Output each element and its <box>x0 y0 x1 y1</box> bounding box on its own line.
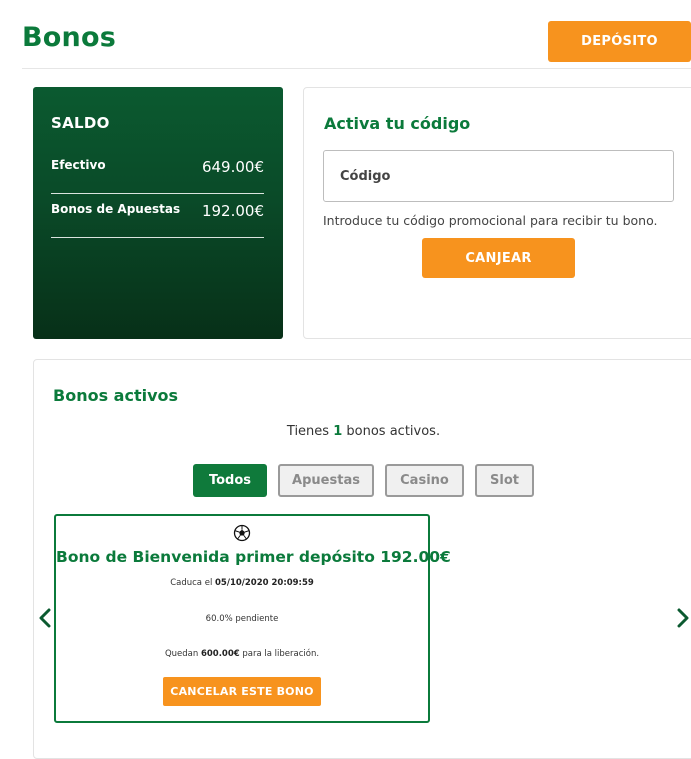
promo-title: Activa tu código <box>324 114 471 133</box>
chevron-left-icon <box>39 608 51 628</box>
summary-prefix: Tienes <box>286 424 330 439</box>
carousel-next-arrow[interactable] <box>674 605 691 631</box>
balance-label: Efectivo <box>51 158 106 172</box>
balance-value: 192.00€ <box>201 202 264 220</box>
filter-todos[interactable]: Todos <box>193 464 267 497</box>
remaining-amount: 600.00€ <box>200 649 240 659</box>
filter-slot[interactable]: Slot <box>475 464 534 497</box>
promo-help-text: Introduce tu código promocional para rec… <box>323 213 658 228</box>
header-divider <box>22 68 691 69</box>
bonus-pending: 60.0% pendiente <box>205 614 279 624</box>
balance-card: SALDO Efectivo 649.00€ Bonos de Apuestas… <box>33 87 283 339</box>
balance-row-cash: Efectivo 649.00€ <box>51 149 264 194</box>
soccer-ball-icon <box>56 524 428 547</box>
bonus-title: Bono de Bienvenida primer depósito 192.0… <box>56 548 451 566</box>
balance-value: 649.00€ <box>201 158 264 176</box>
promo-code-input[interactable] <box>323 150 674 202</box>
redeem-button[interactable]: CANJEAR <box>422 238 575 278</box>
balance-title: SALDO <box>51 114 110 132</box>
active-count: 1 <box>333 424 343 439</box>
remaining-prefix: Quedan <box>164 649 199 659</box>
deposit-button[interactable]: DEPÓSITO <box>548 21 691 62</box>
balance-row-bonus: Bonos de Apuestas 192.00€ <box>51 193 264 238</box>
bonus-expiry: Caduca el 05/10/2020 20:09:59 <box>56 578 428 588</box>
page-title: Bonos <box>22 22 116 53</box>
balance-label: Bonos de Apuestas <box>51 202 181 216</box>
remaining-suffix: para la liberación. <box>242 649 320 659</box>
bonus-remaining: Quedan 600.00€ para la liberación. <box>56 649 428 659</box>
bonus-card: Bono de Bienvenida primer depósito 192.0… <box>54 514 451 723</box>
expiry-date: 05/10/2020 20:09:59 <box>215 578 314 588</box>
chevron-right-icon <box>677 608 689 628</box>
expiry-prefix: Caduca el <box>170 578 213 588</box>
promo-code-card: Activa tu código Introduce tu código pro… <box>303 87 691 339</box>
carousel-prev-arrow[interactable] <box>36 605 54 631</box>
active-bonuses-section: Bonos activos Tienes 1 bonos activos. To… <box>33 359 691 759</box>
summary-suffix: bonos activos. <box>346 424 441 439</box>
cancel-bonus-button[interactable]: CANCELAR ESTE BONO <box>163 677 321 706</box>
filter-casino[interactable]: Casino <box>385 464 464 497</box>
filter-apuestas[interactable]: Apuestas <box>278 464 374 497</box>
active-bonuses-summary: Tienes 1 bonos activos. <box>34 424 691 439</box>
active-bonuses-title: Bonos activos <box>53 386 179 405</box>
